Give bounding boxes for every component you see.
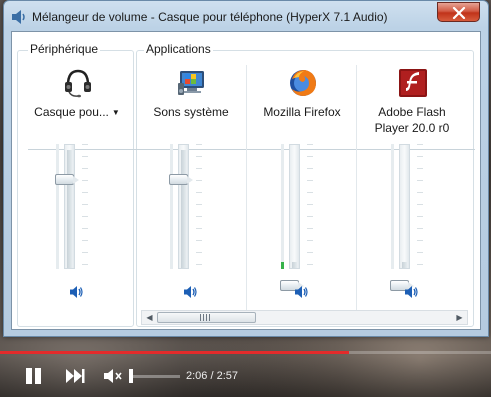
grip-icon — [200, 314, 212, 321]
device-group-label: Périphérique — [28, 42, 101, 56]
pause-icon — [26, 368, 32, 384]
firefox-peak-meter — [281, 144, 284, 269]
player-controls: 2:06 / 2:57 — [0, 356, 491, 397]
headset-icon — [65, 69, 91, 98]
firefox-name: Mozilla Firefox — [263, 105, 341, 119]
close-icon — [452, 7, 466, 19]
window-title: Mélangeur de volume - Casque pour téléph… — [32, 10, 388, 24]
system-sounds-icon — [178, 71, 204, 95]
video-progress-played — [0, 351, 349, 354]
applications-group-label: Applications — [144, 42, 213, 56]
device-name: Casque pou... — [34, 105, 109, 119]
slider-ticks — [82, 144, 88, 269]
slider-ticks — [307, 144, 313, 269]
flash-player-icon — [399, 69, 427, 97]
device-dropdown[interactable]: Casque pou... ▼ — [22, 104, 132, 121]
volume-mixer-window: Mélangeur de volume - Casque pour téléph… — [3, 0, 489, 337]
channel-firefox: Mozilla Firefox — [247, 62, 357, 307]
device-mute-speaker-icon[interactable] — [68, 284, 84, 300]
system-sounds-peak-meter — [170, 144, 173, 269]
firefox-mute-speaker-icon[interactable] — [293, 284, 309, 300]
device-peak-meter — [56, 144, 59, 269]
apps-horizontal-scrollbar[interactable]: ◀ ▶ — [141, 310, 468, 325]
firefox-volume-slider[interactable] — [289, 144, 300, 269]
chevron-down-icon: ▼ — [111, 108, 120, 117]
flash-name-line1: Adobe Flash — [378, 105, 446, 119]
channel-flash-player: Adobe Flash Player 20.0 r0 — [357, 62, 467, 307]
channel-device: Casque pou... ▼ — [22, 62, 132, 307]
flash-name-line2: Player 20.0 r0 — [374, 121, 450, 135]
muted-speaker-icon[interactable] — [103, 367, 123, 385]
player-volume-track[interactable] — [130, 375, 180, 378]
flash-volume-slider[interactable] — [399, 144, 410, 269]
flash-mute-speaker-icon[interactable] — [403, 284, 419, 300]
speaker-app-icon — [12, 10, 25, 24]
video-progress-bar[interactable] — [0, 351, 491, 354]
playback-time: 2:06 / 2:57 — [186, 370, 238, 382]
pause-button[interactable] — [24, 368, 44, 384]
mixer-client-area: Périphérique Applications Casque pou... ▼ — [11, 31, 481, 330]
slider-ticks — [196, 144, 202, 269]
close-button[interactable] — [437, 2, 480, 22]
system-sounds-volume-slider[interactable] — [178, 144, 189, 269]
firefox-icon — [290, 70, 316, 96]
device-volume-thumb[interactable] — [55, 174, 79, 185]
system-sounds-volume-thumb[interactable] — [169, 174, 193, 185]
system-sounds-mute-speaker-icon[interactable] — [182, 284, 198, 300]
device-volume-slider[interactable] — [64, 144, 75, 269]
scrollbar-thumb[interactable] — [157, 312, 256, 323]
flash-player-name: Adobe Flash Player 20.0 r0 — [357, 104, 467, 136]
system-sounds-name: Sons système — [153, 105, 229, 119]
slider-ticks — [417, 144, 423, 269]
player-volume-knob[interactable] — [129, 369, 133, 383]
scroll-left-arrow-icon[interactable]: ◀ — [142, 311, 157, 324]
title-bar[interactable]: Mélangeur de volume - Casque pour téléph… — [4, 1, 488, 31]
scroll-right-arrow-icon[interactable]: ▶ — [452, 311, 467, 324]
channel-system-sounds: Sons système — [136, 62, 246, 307]
next-icon[interactable] — [64, 368, 86, 384]
flash-peak-meter — [391, 144, 394, 269]
